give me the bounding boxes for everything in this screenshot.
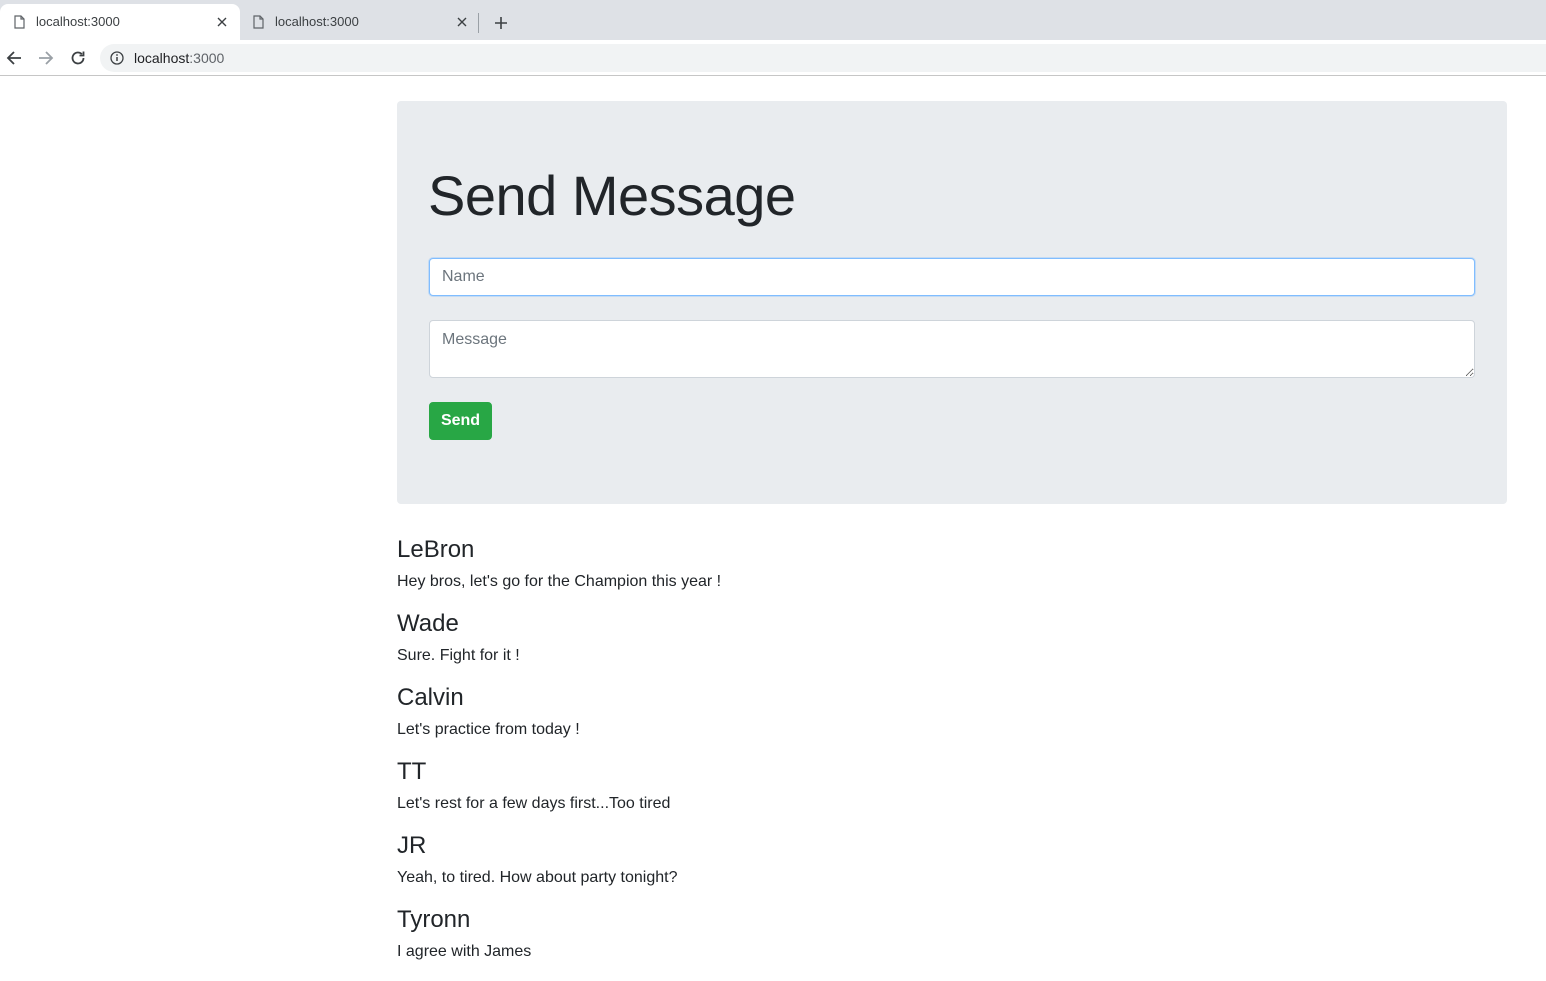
browser-tab-1[interactable]: localhost:3000 — [0, 4, 240, 40]
message-author: Calvin — [397, 684, 464, 711]
message-author: Tyronn — [397, 906, 471, 933]
page-icon — [14, 15, 25, 29]
message-text: Let's practice from today ! — [397, 721, 580, 738]
back-icon[interactable] — [4, 48, 24, 68]
message-text: I agree with James — [397, 943, 532, 960]
list-item: Wade Sure. Fight for it ! — [397, 608, 1507, 682]
message-text: Hey bros, let's go for the Champion this… — [397, 573, 722, 590]
browser-tab-2[interactable]: localhost:3000 — [240, 4, 480, 40]
message-list: LeBron Hey bros, let's go for the Champi… — [397, 534, 1507, 978]
message-input[interactable] — [429, 320, 1475, 378]
message-author: LeBron — [397, 536, 475, 563]
tab-title: localhost:3000 — [36, 14, 120, 29]
close-icon[interactable] — [454, 14, 470, 30]
list-item: Tyronn I agree with James — [397, 904, 1507, 978]
close-icon[interactable] — [214, 14, 230, 30]
list-item: JR Yeah, to tired. How about party tonig… — [397, 830, 1507, 904]
tab-strip: localhost:3000 localhost:3000 — [0, 0, 1546, 40]
message-author: Wade — [397, 610, 459, 637]
message-author: JR — [397, 832, 427, 859]
url-host: localhost — [134, 50, 190, 66]
forward-icon[interactable] — [36, 48, 56, 68]
list-item: LeBron Hey bros, let's go for the Champi… — [397, 534, 1507, 608]
page-title: Send Message — [428, 164, 796, 227]
name-input[interactable] — [429, 258, 1475, 296]
send-button[interactable]: Send — [429, 402, 492, 440]
send-message-panel: Send Message Send — [397, 101, 1507, 504]
new-tab-icon[interactable] — [491, 13, 511, 33]
tab-title: localhost:3000 — [275, 14, 359, 29]
address-bar[interactable]: localhost:3000 — [100, 44, 1546, 72]
reload-icon[interactable] — [68, 48, 88, 68]
page-icon — [253, 15, 264, 29]
browser-toolbar: localhost:3000 — [0, 40, 1546, 76]
message-text: Sure. Fight for it ! — [397, 647, 520, 664]
message-text: Let's rest for a few days first...Too ti… — [397, 795, 671, 812]
message-text: Yeah, to tired. How about party tonight? — [397, 869, 678, 886]
tab-separator — [478, 13, 479, 33]
list-item: Calvin Let's practice from today ! — [397, 682, 1507, 756]
message-author: TT — [397, 758, 427, 785]
list-item: TT Let's rest for a few days first...Too… — [397, 756, 1507, 830]
url-port: :3000 — [189, 50, 225, 66]
info-icon[interactable] — [110, 51, 124, 65]
url-text: localhost:3000 — [134, 50, 224, 66]
